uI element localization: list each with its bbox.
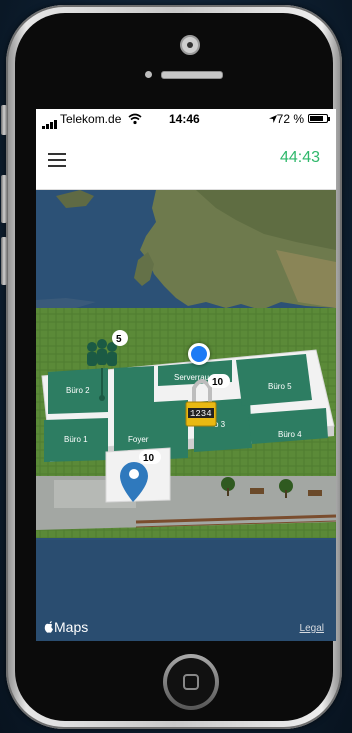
status-bar: Telekom.de 14:46 72 % [36, 109, 336, 129]
map-canvas: Büro 2 Büro 1 Foyer Serverrau o 3 Büro 5… [36, 190, 336, 641]
wifi-icon [128, 113, 142, 125]
bench-icon [250, 488, 264, 494]
proximity-sensor [145, 71, 152, 78]
bench-icon [308, 490, 322, 496]
current-location-dot [188, 343, 210, 365]
battery-percentage: 72 % [276, 112, 304, 126]
home-button[interactable] [163, 654, 219, 710]
room-label-buero4: Büro 4 [278, 430, 302, 439]
battery-icon [308, 114, 330, 123]
front-camera [180, 35, 200, 55]
lock-count: 10 [212, 377, 224, 388]
apple-logo-icon [44, 621, 53, 633]
volume-down-button [1, 237, 7, 285]
app-header: 44:43 [36, 129, 336, 190]
room-label-buero2: Büro 2 [66, 386, 90, 395]
phone-screen: Telekom.de 14:46 72 % 44:43 Büro 2 Büro … [36, 109, 336, 641]
lock-code: 1234 [190, 409, 212, 419]
group-count: 5 [116, 334, 122, 345]
carrier-name: Telekom.de [60, 112, 122, 126]
signal-icon [42, 115, 58, 129]
clock: 14:46 [169, 112, 200, 126]
pin-count: 10 [143, 453, 155, 464]
apple-maps-logo: Maps [44, 619, 88, 635]
maps-label: Maps [54, 619, 89, 635]
earpiece-speaker [161, 71, 223, 79]
room-label-buero5: Büro 5 [268, 382, 292, 391]
room-label-foyer: Foyer [128, 435, 149, 444]
countdown-timer: 44:43 [279, 149, 320, 166]
mute-switch [1, 105, 7, 135]
home-button-icon [183, 674, 199, 690]
room-label-buero1: Büro 1 [64, 435, 88, 444]
map-view[interactable]: Büro 2 Büro 1 Foyer Serverrau o 3 Büro 5… [36, 190, 336, 641]
room-buero5 [236, 354, 312, 406]
volume-up-button [1, 175, 7, 223]
hamburger-icon[interactable] [48, 153, 66, 167]
legal-link[interactable]: Legal [300, 623, 324, 634]
